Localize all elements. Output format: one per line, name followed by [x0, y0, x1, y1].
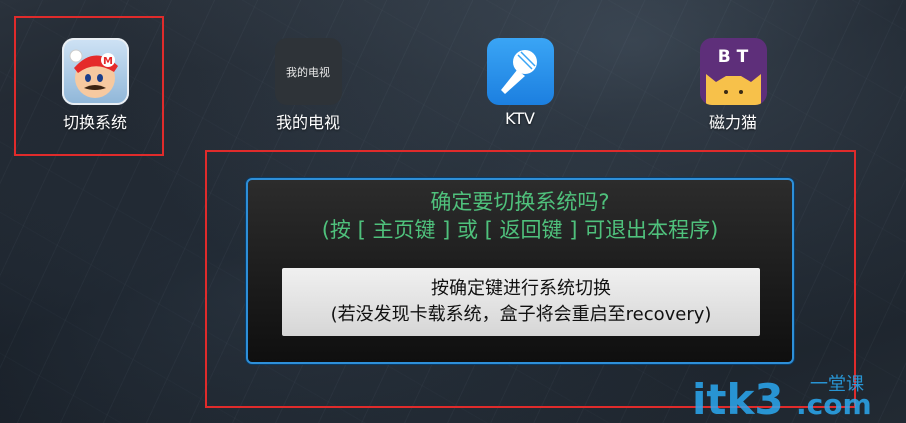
cat-icon-text: B T — [717, 47, 748, 67]
confirm-switch-button[interactable]: 按确定键进行系统切换 (若没发现卡载系统，盒子将会重启至recovery) — [282, 268, 760, 336]
app-label: 磁力猫 — [708, 113, 757, 132]
dialog-subtitle: (按 [ 主页键 ] 或 [ 返回键 ] 可退出本程序) — [321, 218, 719, 242]
app-ktv[interactable]: KTV — [460, 38, 580, 128]
microphone-icon — [486, 38, 554, 105]
watermark-main: itk3 — [692, 375, 784, 420]
app-label: 我的电视 — [275, 113, 340, 132]
app-my-tv[interactable]: 我的电视 我的电视 — [248, 38, 368, 133]
confirm-dialog: 确定要切换系统吗? (按 [ 主页键 ] 或 [ 返回键 ] 可退出本程序) 按… — [246, 178, 794, 364]
confirm-button-line1: 按确定键进行系统切换 — [431, 278, 611, 299]
selection-highlight — [14, 16, 164, 156]
watermark-tag: 一堂课 — [810, 374, 864, 395]
app-label: KTV — [505, 109, 535, 128]
tv-icon-text: 我的电视 — [286, 65, 330, 79]
app-magnet-cat[interactable]: B T 磁力猫 — [673, 38, 793, 133]
watermark-logo: itk3 .com 一堂课 — [692, 374, 872, 420]
cat-icon: B T — [699, 38, 767, 105]
dialog-title: 确定要切换系统吗? — [430, 190, 610, 214]
confirm-button-line2: (若没发现卡载系统，盒子将会重启至recovery) — [330, 304, 712, 325]
tv-icon: 我的电视 — [274, 38, 342, 105]
